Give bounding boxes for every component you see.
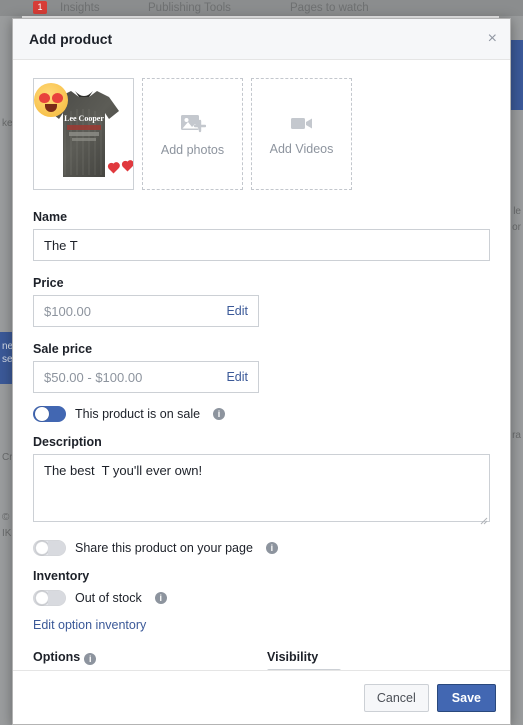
edit-option-inventory-link[interactable]: Edit option inventory	[33, 618, 146, 632]
visibility-group: Visibility Public	[267, 650, 342, 670]
out-of-stock-toggle[interactable]	[33, 590, 66, 606]
add-videos-button[interactable]: Add Videos	[251, 78, 352, 190]
description-textarea[interactable]: The best T you'll ever own!	[33, 454, 490, 522]
share-product-toggle[interactable]	[33, 540, 66, 556]
save-button[interactable]: Save	[436, 683, 496, 712]
on-sale-toggle-row: This product is on sale i	[33, 406, 490, 422]
price-display-box: $100.00 Edit	[33, 295, 259, 327]
background-nav-pages-to-watch[interactable]: Pages to watch	[290, 0, 369, 16]
out-of-stock-toggle-row: Out of stock i	[33, 590, 490, 606]
background-text-fragment-6: or	[512, 222, 521, 233]
options-group: Optionsi Edit options	[33, 650, 267, 670]
dialog-body: Lee Cooper Add photos Add Videos Name Th…	[13, 60, 510, 670]
notification-badge[interactable]: 1	[33, 1, 47, 14]
share-product-toggle-label: Share this product on your page	[75, 541, 253, 555]
dialog-footer: Cancel Save	[13, 670, 510, 724]
svg-text:Lee Cooper: Lee Cooper	[64, 114, 104, 123]
sale-price-label: Sale price	[33, 342, 93, 356]
add-photo-icon	[180, 114, 206, 132]
background-text-fragment-1: ke	[2, 118, 13, 129]
visibility-label: Visibility	[267, 650, 319, 664]
description-label: Description	[33, 435, 102, 449]
close-icon[interactable]: ×	[488, 31, 497, 47]
sale-price-field-group: Sale price $50.00 - $100.00 Edit	[33, 342, 490, 393]
video-camera-icon	[290, 117, 312, 129]
on-sale-info-icon[interactable]: i	[213, 408, 226, 420]
media-row: Lee Cooper Add photos Add Videos	[33, 78, 490, 190]
heart-eyes-emoji-sticker	[34, 83, 68, 117]
share-product-info-icon[interactable]: i	[265, 542, 278, 554]
inventory-label: Inventory	[33, 569, 90, 583]
name-label: Name	[33, 210, 68, 224]
product-image-thumbnail[interactable]: Lee Cooper	[33, 78, 134, 190]
on-sale-toggle-label: This product is on sale	[75, 407, 201, 421]
price-field-group: Price $100.00 Edit	[33, 276, 490, 327]
name-field-group: Name	[33, 210, 490, 261]
page-title: Add product	[29, 31, 113, 47]
background-nav-insights[interactable]: Insights	[60, 0, 100, 16]
share-toggle-row: Share this product on your page i	[33, 540, 490, 556]
options-label: Options	[33, 650, 81, 664]
add-photos-button[interactable]: Add photos	[142, 78, 243, 190]
price-value: $100.00	[44, 303, 91, 319]
out-of-stock-label: Out of stock	[75, 591, 142, 605]
background-text-fragment-4: IK	[2, 528, 12, 539]
add-videos-label: Add Videos	[269, 141, 334, 156]
background-nav-publishing-tools[interactable]: Publishing Tools	[148, 0, 231, 16]
sale-price-value: $50.00 - $100.00	[44, 369, 143, 385]
description-field-group: Description The best T you'll ever own!	[33, 435, 490, 527]
dialog-header: Add product ×	[13, 19, 510, 60]
on-sale-toggle[interactable]	[33, 406, 66, 422]
cancel-button[interactable]: Cancel	[363, 683, 429, 712]
background-text-fragment-2: Cr	[2, 452, 13, 463]
price-label: Price	[33, 276, 64, 290]
background-text-fragment-5: le	[513, 206, 521, 217]
heart-sticker-2	[122, 161, 133, 172]
price-edit-link[interactable]: Edit	[226, 304, 248, 318]
add-product-dialog: Add product × Lee Cooper Add photos Add …	[12, 18, 511, 725]
options-label-wrap: Options i	[33, 650, 267, 665]
name-input[interactable]	[33, 229, 490, 261]
options-info-icon[interactable]: i	[84, 653, 97, 665]
add-photos-label: Add photos	[160, 142, 225, 157]
out-of-stock-info-icon[interactable]: i	[154, 592, 167, 604]
background-text-fragment-7: ra	[512, 430, 521, 441]
options-visibility-row: Optionsi Edit options Visibility Public	[33, 650, 490, 670]
inventory-group: Inventory Out of stock i Edit option inv…	[33, 569, 490, 634]
sale-price-edit-link[interactable]: Edit	[226, 370, 248, 384]
sale-price-display-box: $50.00 - $100.00 Edit	[33, 361, 259, 393]
